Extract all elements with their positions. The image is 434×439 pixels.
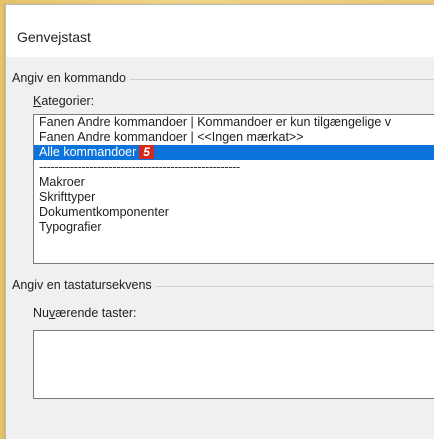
list-separator: ----------------------------------------… <box>39 160 240 174</box>
list-item[interactable]: Fanen Andre kommandoer | Kommandoer er k… <box>34 115 434 130</box>
list-item[interactable]: Typografier <box>34 220 434 235</box>
list-item[interactable]: Fanen Andre kommandoer | <<Ingen mærkat>… <box>34 130 434 145</box>
step-badge: 5 <box>139 145 154 159</box>
categories-label: Kategorier: <box>33 94 95 108</box>
current-keys-field[interactable] <box>33 330 434 399</box>
list-item[interactable]: Dokumentkomponenter <box>34 205 434 220</box>
shortcut-dialog: Genvejstast Angiv en kommando Kategorier… <box>5 4 434 439</box>
list-item-selected[interactable]: Alle kommandoer 5 <box>34 145 434 160</box>
dialog-title: Genvejstast <box>17 29 91 45</box>
current-keys-label: Nuværende taster: <box>33 306 137 320</box>
keyseq-group-label: Angiv en tastatursekvens <box>12 278 156 292</box>
title-bar: Genvejstast <box>6 5 434 57</box>
list-item[interactable]: Skrifttyper <box>34 190 434 205</box>
categories-listbox[interactable]: Fanen Andre kommandoer | Kommandoer er k… <box>33 114 434 264</box>
list-item[interactable]: Makroer <box>34 175 434 190</box>
command-group-label: Angiv en kommando <box>12 71 130 85</box>
